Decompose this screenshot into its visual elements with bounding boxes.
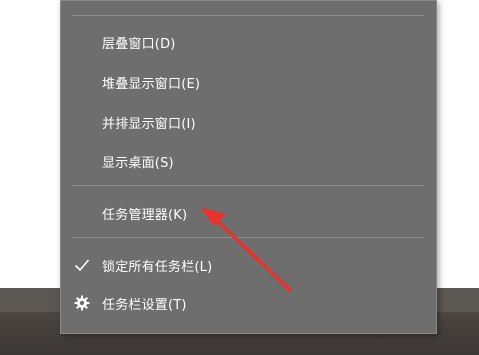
menu-item-label: 层叠窗口(D) [102,36,176,52]
menu-item-label: 锁定所有任务栏(L) [102,259,213,275]
menu-item-label: 任务管理器(K) [102,207,188,223]
gear-icon [72,293,92,313]
menu-item-task-manager[interactable]: 任务管理器(K) [60,195,437,231]
menu-item-label: 堆叠显示窗口(E) [102,76,201,92]
menu-separator [72,15,424,16]
menu-item-side-by-side-windows[interactable]: 并排显示窗口(I) [60,104,437,140]
menu-item-show-desktop[interactable]: 显示桌面(S) [60,143,437,179]
menu-item-label: 显示桌面(S) [102,155,174,171]
menu-item-taskbar-settings[interactable]: 任务栏设置(T) [60,285,437,321]
menu-separator [72,237,424,238]
menu-item-cascade-windows[interactable]: 层叠窗口(D) [60,24,437,60]
menu-item-lock-taskbars[interactable]: 锁定所有任务栏(L) [60,247,437,283]
menu-item-label: 并排显示窗口(I) [102,116,196,132]
menu-separator [72,185,424,186]
menu-item-label: 任务栏设置(T) [102,297,187,313]
menu-item-stack-windows[interactable]: 堆叠显示窗口(E) [60,64,437,100]
taskbar-context-menu: 层叠窗口(D) 堆叠显示窗口(E) 并排显示窗口(I) 显示桌面(S) 任务管理… [60,0,437,334]
checkmark-icon [72,255,92,275]
